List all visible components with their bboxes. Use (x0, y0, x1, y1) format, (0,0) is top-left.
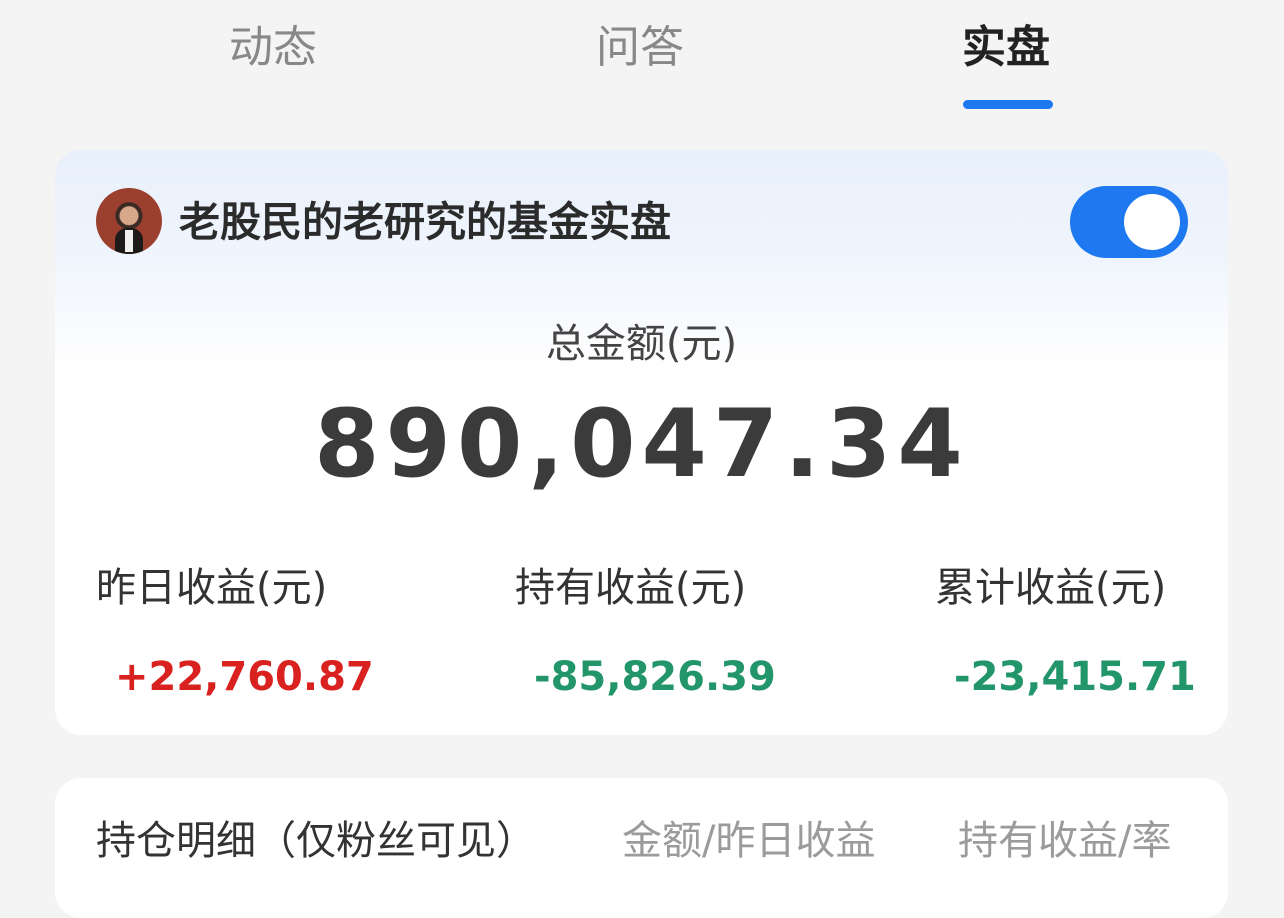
stat-holding-profit: 持有收益(元) -85,826.39 (515, 560, 815, 704)
stat-label: 持有收益(元) (515, 565, 747, 611)
column-header-holding-return: 持有收益/率 (958, 818, 1172, 864)
holdings-title: 持仓明细（仅粉丝可见） (96, 818, 536, 864)
tab-real-portfolio[interactable]: 实盘 (962, 18, 1050, 78)
tab-bar: 动态 问答 实盘 (0, 0, 1284, 120)
stat-label: 累计收益(元) (935, 565, 1167, 611)
user-avatar-icon[interactable] (96, 188, 162, 254)
tab-qa[interactable]: 问答 (596, 18, 684, 78)
stat-value: -85,826.39 (534, 654, 776, 700)
stat-yesterday-profit: 昨日收益(元) +22,760.87 (96, 560, 396, 704)
holdings-card: 持仓明细（仅粉丝可见） 金额/昨日收益 持有收益/率 (55, 778, 1228, 918)
toggle-knob (1124, 194, 1180, 250)
avatar-shirt (125, 230, 133, 252)
stat-cumulative-profit: 累计收益(元) -23,415.71 (935, 560, 1228, 704)
tab-dynamics[interactable]: 动态 (229, 18, 317, 78)
portfolio-visibility-toggle[interactable] (1070, 186, 1188, 258)
stat-value: -23,415.71 (954, 654, 1196, 700)
stat-value: +22,760.87 (115, 654, 374, 700)
stat-label: 昨日收益(元) (96, 565, 328, 611)
total-amount-label: 总金额(元) (545, 321, 738, 367)
portfolio-title[interactable]: 老股民的老研究的基金实盘 (179, 194, 671, 250)
column-header-amount: 金额/昨日收益 (622, 818, 876, 864)
active-tab-indicator (963, 100, 1053, 109)
portfolio-summary-card: 老股民的老研究的基金实盘 总金额(元) 890,047.34 昨日收益(元) +… (55, 150, 1228, 735)
total-amount-value: 890,047.34 (314, 390, 969, 499)
